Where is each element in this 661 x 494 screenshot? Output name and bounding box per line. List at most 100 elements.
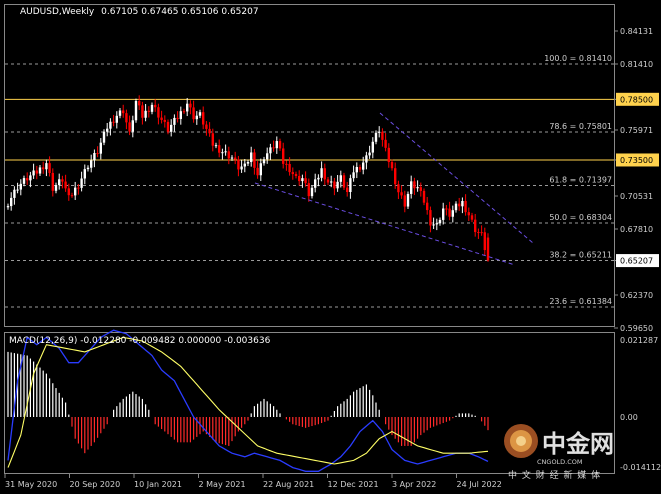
candle-body [426, 202, 429, 211]
candle-body [310, 187, 314, 197]
candle-body [352, 172, 355, 179]
candle-body [397, 184, 400, 193]
price-label: 0.78500 [620, 95, 653, 104]
candle-body [10, 197, 13, 207]
candle-body [77, 187, 80, 189]
candle-body [32, 170, 35, 176]
candle-body [48, 163, 51, 173]
candle-body [150, 104, 154, 112]
candle-body [144, 110, 147, 118]
candle-body [227, 151, 230, 159]
candle-body [269, 147, 272, 154]
candle-body [61, 179, 64, 182]
candle-body [438, 219, 442, 224]
candle-body [349, 178, 352, 193]
candle-body [483, 232, 486, 251]
price-label: 0.81410 [620, 60, 653, 69]
candle-body [240, 166, 243, 170]
candle-body [400, 192, 403, 196]
macd-header: MACD(12,26,9) -0.012280 -0.009482 0.0000… [9, 336, 271, 346]
price-label: 0.59650 [620, 324, 653, 333]
candle-body [118, 110, 122, 116]
price-label: 0.73500 [620, 156, 653, 165]
candle-body [234, 157, 237, 160]
candle-body [454, 203, 458, 211]
macd-axis-label: 0.021287 [620, 336, 658, 345]
candle-body [259, 163, 262, 176]
candle-body [285, 163, 288, 165]
candle-body [458, 203, 461, 207]
candle-body [275, 141, 278, 149]
fib-label: 100.0 = 0.81410 [544, 54, 612, 63]
candle-body [272, 147, 275, 149]
trading-chart-window: 100.0 = 0.81410 78.6 = 0.75801 61.8 = 0.71… [0, 0, 661, 494]
time-label: 24 Jul 2022 [457, 480, 502, 489]
candle-body [374, 132, 378, 142]
candle-body [70, 195, 74, 197]
candle-body [406, 193, 410, 207]
candle-body [128, 122, 131, 132]
candle-body [384, 139, 387, 148]
price-label: 0.75971 [620, 126, 653, 135]
candle-body [109, 121, 112, 129]
candle-body [467, 212, 470, 216]
candle-body [461, 200, 464, 207]
candle-body [22, 178, 26, 184]
candle-body [480, 232, 483, 234]
candle-body [218, 145, 221, 153]
watermark-brand: 中金网 [542, 430, 614, 458]
candle-body [26, 178, 29, 181]
candle-body [208, 128, 211, 134]
price-chart-svg[interactable]: 100.0 = 0.81410 78.6 = 0.75801 61.8 = 0.71… [0, 0, 661, 494]
candle-body [170, 124, 173, 132]
candle-body [291, 172, 294, 175]
candle-body [330, 181, 333, 183]
candle-body [80, 178, 83, 188]
candle-body [470, 215, 474, 220]
candle-body [448, 208, 451, 217]
candle-body [301, 178, 304, 182]
candle-body [307, 183, 310, 197]
candle-body [6, 206, 10, 208]
candle-body [237, 159, 240, 170]
candle-body [342, 175, 346, 188]
price-label: 0.67810 [620, 225, 653, 234]
candle-body [333, 181, 336, 189]
candle-body [381, 131, 384, 140]
symbol-label: AUDUSD,Weekly [20, 7, 95, 17]
macd-axis-label: 0.00 [620, 413, 638, 422]
candle-body [189, 103, 192, 108]
candle-body [54, 185, 58, 191]
candle-body [387, 147, 390, 163]
candle-body [154, 104, 157, 108]
candle-body [195, 115, 198, 120]
candle-body [278, 141, 282, 149]
candle-body [214, 145, 218, 147]
candle-body [74, 187, 77, 196]
price-label: 0.62370 [620, 291, 653, 300]
fib-label: 38.2 = 0.65211 [549, 251, 612, 260]
candle-body [35, 170, 38, 174]
candle-body [106, 128, 109, 132]
candle-body [38, 167, 42, 174]
candle-body [314, 179, 317, 188]
time-label: 3 Apr 2022 [392, 480, 436, 489]
candle-body [64, 181, 67, 189]
candle-body [115, 115, 118, 123]
candle-body [224, 151, 227, 153]
candle-body [99, 142, 102, 154]
candle-body [368, 152, 371, 156]
candle-body [67, 188, 70, 196]
candle-body [413, 181, 416, 189]
candle-body [451, 210, 454, 217]
candle-body [320, 168, 323, 178]
candle-body [419, 187, 422, 191]
candle-body [298, 175, 301, 182]
candle-body [346, 187, 349, 193]
macd-axis-label: -0.014112 [620, 463, 661, 472]
candle-body [435, 223, 438, 225]
candle-body [390, 162, 394, 169]
candle-body [13, 189, 16, 198]
price-label: 0.65207 [620, 257, 653, 266]
candle-body [394, 168, 397, 185]
